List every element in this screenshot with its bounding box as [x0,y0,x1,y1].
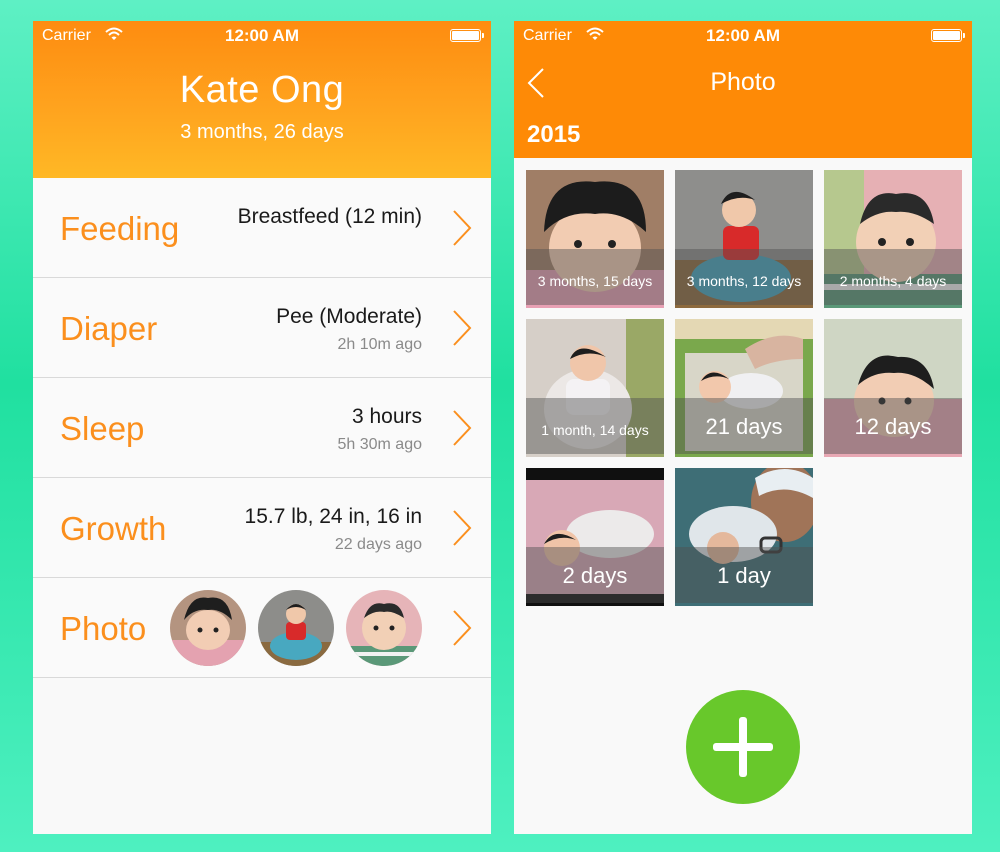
photo-age-caption: 2 months, 4 days [839,273,947,289]
add-photo-button[interactable] [686,690,800,804]
photo-thumbnail-avatar [258,590,334,666]
status-time: 12:00 AM [224,26,299,45]
photo-age-caption: 21 days [705,414,783,439]
photo-age-caption: 2 days [562,563,628,588]
chevron-right-icon [453,410,472,446]
row-value: 15.7 lb, 24 in, 16 in [244,505,422,528]
year-section-header: 2015 [527,121,581,148]
row-label: Diaper [60,310,158,347]
records-list: Feeding Breastfeed (12 min) Diaper Pee (… [33,178,491,678]
row-timestamp: 5h 30m ago [337,436,422,453]
photo-age-caption: 1 month, 14 days [541,422,649,438]
battery-icon [450,29,484,42]
growth-row[interactable]: Growth 15.7 lb, 24 in, 16 in 22 days ago [33,478,491,578]
photo-tile[interactable]: 2 months, 4 days [824,170,962,308]
row-label: Growth [60,510,167,547]
status-bar: Carrier 12:00 AM [514,21,972,49]
row-label: Feeding [60,210,180,247]
nav-title: Photo [710,68,776,96]
row-timestamp: 2h 10m ago [337,336,422,353]
status-time: 12:00 AM [705,26,780,45]
photo-age-caption: 3 months, 15 days [537,273,653,289]
photo-age-caption: 3 months, 12 days [686,273,802,289]
photo-gallery-screen: Carrier 12:00 AM Photo 2015 3 months, 15… [514,21,972,834]
row-label: Sleep [60,410,145,447]
photo-tile[interactable]: 2 days [526,468,664,606]
chevron-right-icon [453,610,472,646]
row-timestamp: 22 days ago [334,536,422,553]
row-value: 3 hours [351,405,422,428]
diaper-row[interactable]: Diaper Pee (Moderate) 2h 10m ago [33,278,491,378]
chevron-right-icon [453,510,472,546]
photo-tile[interactable]: 3 months, 12 days [675,170,813,308]
chevron-right-icon [453,310,472,346]
sleep-row[interactable]: Sleep 3 hours 5h 30m ago [33,378,491,478]
feeding-row[interactable]: Feeding Breastfeed (12 min) [33,178,491,278]
photo-tile[interactable]: 21 days [675,319,813,457]
photo-age-caption: 1 day [717,563,771,588]
photo-thumbnail-avatar [346,590,422,666]
baby-profile-screen: Carrier 12:00 AM Kate Ong 3 months, 26 d… [33,21,491,834]
photo-age-caption: 12 days [854,414,932,439]
baby-age: 3 months, 26 days [180,121,344,143]
status-bar: Carrier 12:00 AM [33,21,491,49]
battery-icon [931,29,965,42]
photo-row[interactable]: Photo [33,578,491,678]
baby-name: Kate Ong [179,69,345,111]
chevron-right-icon [453,210,472,246]
row-value: Pee (Moderate) [276,305,422,328]
photo-tile[interactable]: 1 month, 14 days [526,319,664,457]
photo-thumbnail-avatar [170,590,246,666]
gallery-header: Carrier 12:00 AM Photo 2015 [514,21,972,158]
photo-tile[interactable]: 1 day [675,468,813,606]
photo-tile[interactable]: 3 months, 15 days [526,170,664,308]
profile-header: Carrier 12:00 AM Kate Ong 3 months, 26 d… [33,21,491,178]
row-value: Breastfeed (12 min) [237,205,422,228]
photo-tile[interactable]: 12 days [824,319,962,457]
row-label: Photo [60,610,147,647]
